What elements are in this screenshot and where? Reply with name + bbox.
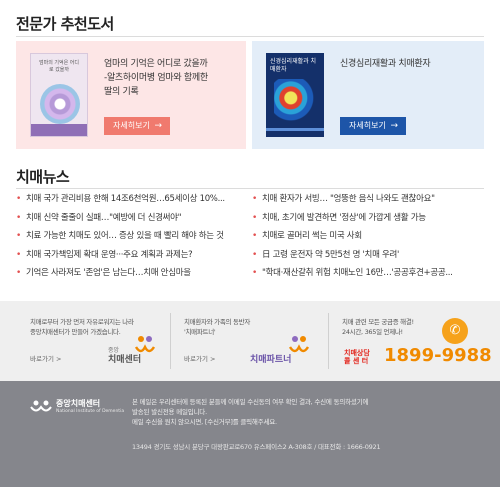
- center-logo-icon: [134, 336, 156, 353]
- news-link[interactable]: • 치료 가능한 치매도 있어… 증상 있을 때 빨리 해야 하는 것: [16, 227, 246, 246]
- book-1-line2: -알츠하이머병 엄마와 함께한: [104, 73, 208, 83]
- bullet-icon: •: [16, 194, 22, 204]
- news-list-right: • 치매 환자가 서빙… "엉뚱한 음식 나와도 괜찮아요" • 치매, 초기에 발…: [252, 190, 484, 283]
- book-1-detail-label: 자세히보기: [113, 121, 150, 130]
- section-title-news: 치매뉴스: [16, 168, 70, 186]
- news-headline: 日 고령 운전자 약 5만5천 명 '치매 우려': [262, 249, 400, 260]
- brain-illustration: [274, 79, 316, 121]
- book-cover-1-title: 엄마의 기억은 어디로 갔을까: [39, 60, 79, 73]
- news-headline: 치료 가능한 치매도 있어… 증상 있을 때 빨리 해야 하는 것: [26, 231, 224, 242]
- news-headline: 치매, 초기에 발견하면 '정상'에 가깝게 생활 가능: [262, 212, 426, 223]
- book-cover-2[interactable]: 신경심리재활과 치매환자: [266, 53, 324, 137]
- book-2-text: 신경심리재활과 치매환자: [340, 57, 431, 71]
- footer-notice: 본 메일은 우리센터에 등록된 분들께 이메일 수신동의 여부 확인 결과, 수…: [132, 397, 482, 427]
- book-1-line1: 엄마의 기억은 어디로 갔을까: [104, 59, 208, 69]
- book-cover-2-title: 신경심리재활과 치매환자: [270, 58, 317, 73]
- news-headline: 치매 국가책임제 확대 운영···주요 계획과 과제는?: [26, 249, 193, 260]
- bullet-icon: •: [252, 231, 258, 242]
- callcenter-number[interactable]: 1899-9988: [384, 345, 492, 366]
- bullet-icon: •: [16, 231, 22, 242]
- bullet-icon: •: [16, 249, 22, 260]
- bullet-icon: •: [252, 268, 258, 279]
- news-link[interactable]: • 치매로 골머리 썩는 미국 사회: [252, 227, 484, 246]
- book-2-detail-button[interactable]: 자세히보기 →: [340, 117, 406, 135]
- footer: 중앙치매센터 National Institute of Dementia 본 …: [0, 381, 500, 487]
- book-1-text: 엄마의 기억은 어디로 갔을까 -알츠하이머병 엄마와 함께한 딸의 기록: [104, 57, 208, 99]
- news-link[interactable]: • 치매 국가 관리비용 한해 14조6천억원…65세이상 10%...: [16, 190, 246, 209]
- divider: [328, 313, 329, 369]
- book-2-line1: 신경심리재활과 치매환자: [340, 59, 431, 69]
- divider: [170, 313, 171, 369]
- arrow-right-icon: →: [390, 121, 398, 131]
- promo-center: 치매로부터 가장 먼저 자유로워지는 나라 중앙치매센터가 만들어 가겠습니다.…: [30, 317, 160, 371]
- cover-band: [31, 124, 87, 136]
- news-headline: "학대·재산갈취 위험 치매노인 16만…'공공후견+공공...: [262, 268, 453, 279]
- promo-callcenter: 치매 관련 모든 궁금증 해결! 24시간, 365일 언제나! 치매상담 콜 …: [342, 317, 492, 371]
- bullet-icon: •: [16, 268, 22, 279]
- footer-org-name: 중앙치매센터: [56, 399, 101, 408]
- footer-address: 13494 경기도 성남시 분당구 대왕판교로670 유스페이스2 A-308호…: [132, 443, 381, 451]
- footer-notice-line2: 발송된 발신전용 메일입니다.: [132, 408, 207, 416]
- book-cover-1[interactable]: 엄마의 기억은 어디로 갔을까: [30, 53, 88, 137]
- news-link[interactable]: • "학대·재산갈취 위험 치매노인 16만…'공공후견+공공...: [252, 264, 484, 283]
- flower-illustration: [40, 84, 80, 124]
- section-title-books: 전문가 추천도서: [16, 15, 114, 33]
- book-card-2: 신경심리재활과 치매환자 신경심리재활과 치매환자 자세히보기 →: [252, 41, 484, 149]
- news-link[interactable]: • 치매 신약 줄줄이 실패…"예방에 더 신경써야": [16, 209, 246, 228]
- footer-notice-line3[interactable]: 메일 수신을 원치 않으시면, [수신거부]를 클릭해주세요.: [132, 417, 482, 427]
- news-link[interactable]: • 치매, 초기에 발견하면 '정상'에 가깝게 생활 가능: [252, 209, 484, 228]
- promo-partner: 치매환자와 가족의 동반자 '치매파트너' 바로가기 > 치매파트너: [184, 317, 324, 371]
- cover-band: [266, 128, 324, 131]
- phone-icon: ✆: [442, 318, 468, 344]
- bullet-icon: •: [16, 212, 22, 223]
- bullet-icon: •: [252, 194, 258, 204]
- news-headline: 치매로 골머리 썩는 미국 사회: [262, 231, 362, 242]
- callcenter-label-2: 콜 센 터: [344, 357, 369, 365]
- arrow-right-icon: →: [154, 121, 162, 131]
- partner-logo-icon: [288, 336, 310, 353]
- partner-logo-text: 치매파트너: [250, 355, 292, 365]
- promo-partner-desc1: 치매환자와 가족의 동반자: [184, 318, 251, 326]
- news-headline: 기억은 사라져도 '존엄'은 남는다…치매 안심마을: [26, 268, 191, 279]
- news-link[interactable]: • 치매 국가책임제 확대 운영···주요 계획과 과제는?: [16, 246, 246, 265]
- callcenter-label-1: 치매상담: [344, 349, 370, 357]
- book-card-1: 엄마의 기억은 어디로 갔을까 엄마의 기억은 어디로 갔을까 -알츠하이머병 …: [16, 41, 246, 149]
- promo-band: 치매로부터 가장 먼저 자유로워지는 나라 중앙치매센터가 만들어 가겠습니다.…: [0, 301, 500, 381]
- news-headline: 치매 신약 줄줄이 실패…"예방에 더 신경써야": [26, 212, 182, 223]
- news-link[interactable]: • 日 고령 운전자 약 5만5천 명 '치매 우려': [252, 246, 484, 265]
- footer-org-en: National Institute of Dementia: [56, 409, 125, 414]
- center-shortcut-link[interactable]: 바로가기 >: [30, 353, 61, 363]
- footer-logo-icon: [30, 400, 52, 412]
- promo-center-desc1: 치매로부터 가장 먼저 자유로워지는 나라: [30, 318, 134, 326]
- callcenter-desc2: 24시간, 365일 언제나!: [342, 328, 403, 336]
- news-link[interactable]: • 치매 환자가 서빙… "엉뚱한 음식 나와도 괜찮아요": [252, 190, 484, 209]
- book-1-line3: 딸의 기록: [104, 87, 139, 97]
- partner-shortcut-link[interactable]: 바로가기 >: [184, 353, 215, 363]
- news-headline: 치매 국가 관리비용 한해 14조6천억원…65세이상 10%...: [26, 194, 225, 204]
- news-link[interactable]: • 기억은 사라져도 '존엄'은 남는다…치매 안심마을: [16, 264, 246, 283]
- divider: [16, 188, 484, 189]
- bullet-icon: •: [252, 249, 258, 260]
- center-logo-text: 치매센터: [108, 355, 142, 365]
- bullet-icon: •: [252, 212, 258, 223]
- callcenter-desc1: 치매 관련 모든 궁금증 해결!: [342, 318, 414, 326]
- news-list-left: • 치매 국가 관리비용 한해 14조6천억원…65세이상 10%... • 치매 …: [16, 190, 246, 283]
- divider: [16, 36, 484, 37]
- footer-notice-line1: 본 메일은 우리센터에 등록된 분들께 이메일 수신동의 여부 확인 결과, 수…: [132, 398, 369, 406]
- book-2-detail-label: 자세히보기: [349, 121, 386, 130]
- book-1-detail-button[interactable]: 자세히보기 →: [104, 117, 170, 135]
- news-headline: 치매 환자가 서빙… "엉뚱한 음식 나와도 괜찮아요": [262, 194, 435, 204]
